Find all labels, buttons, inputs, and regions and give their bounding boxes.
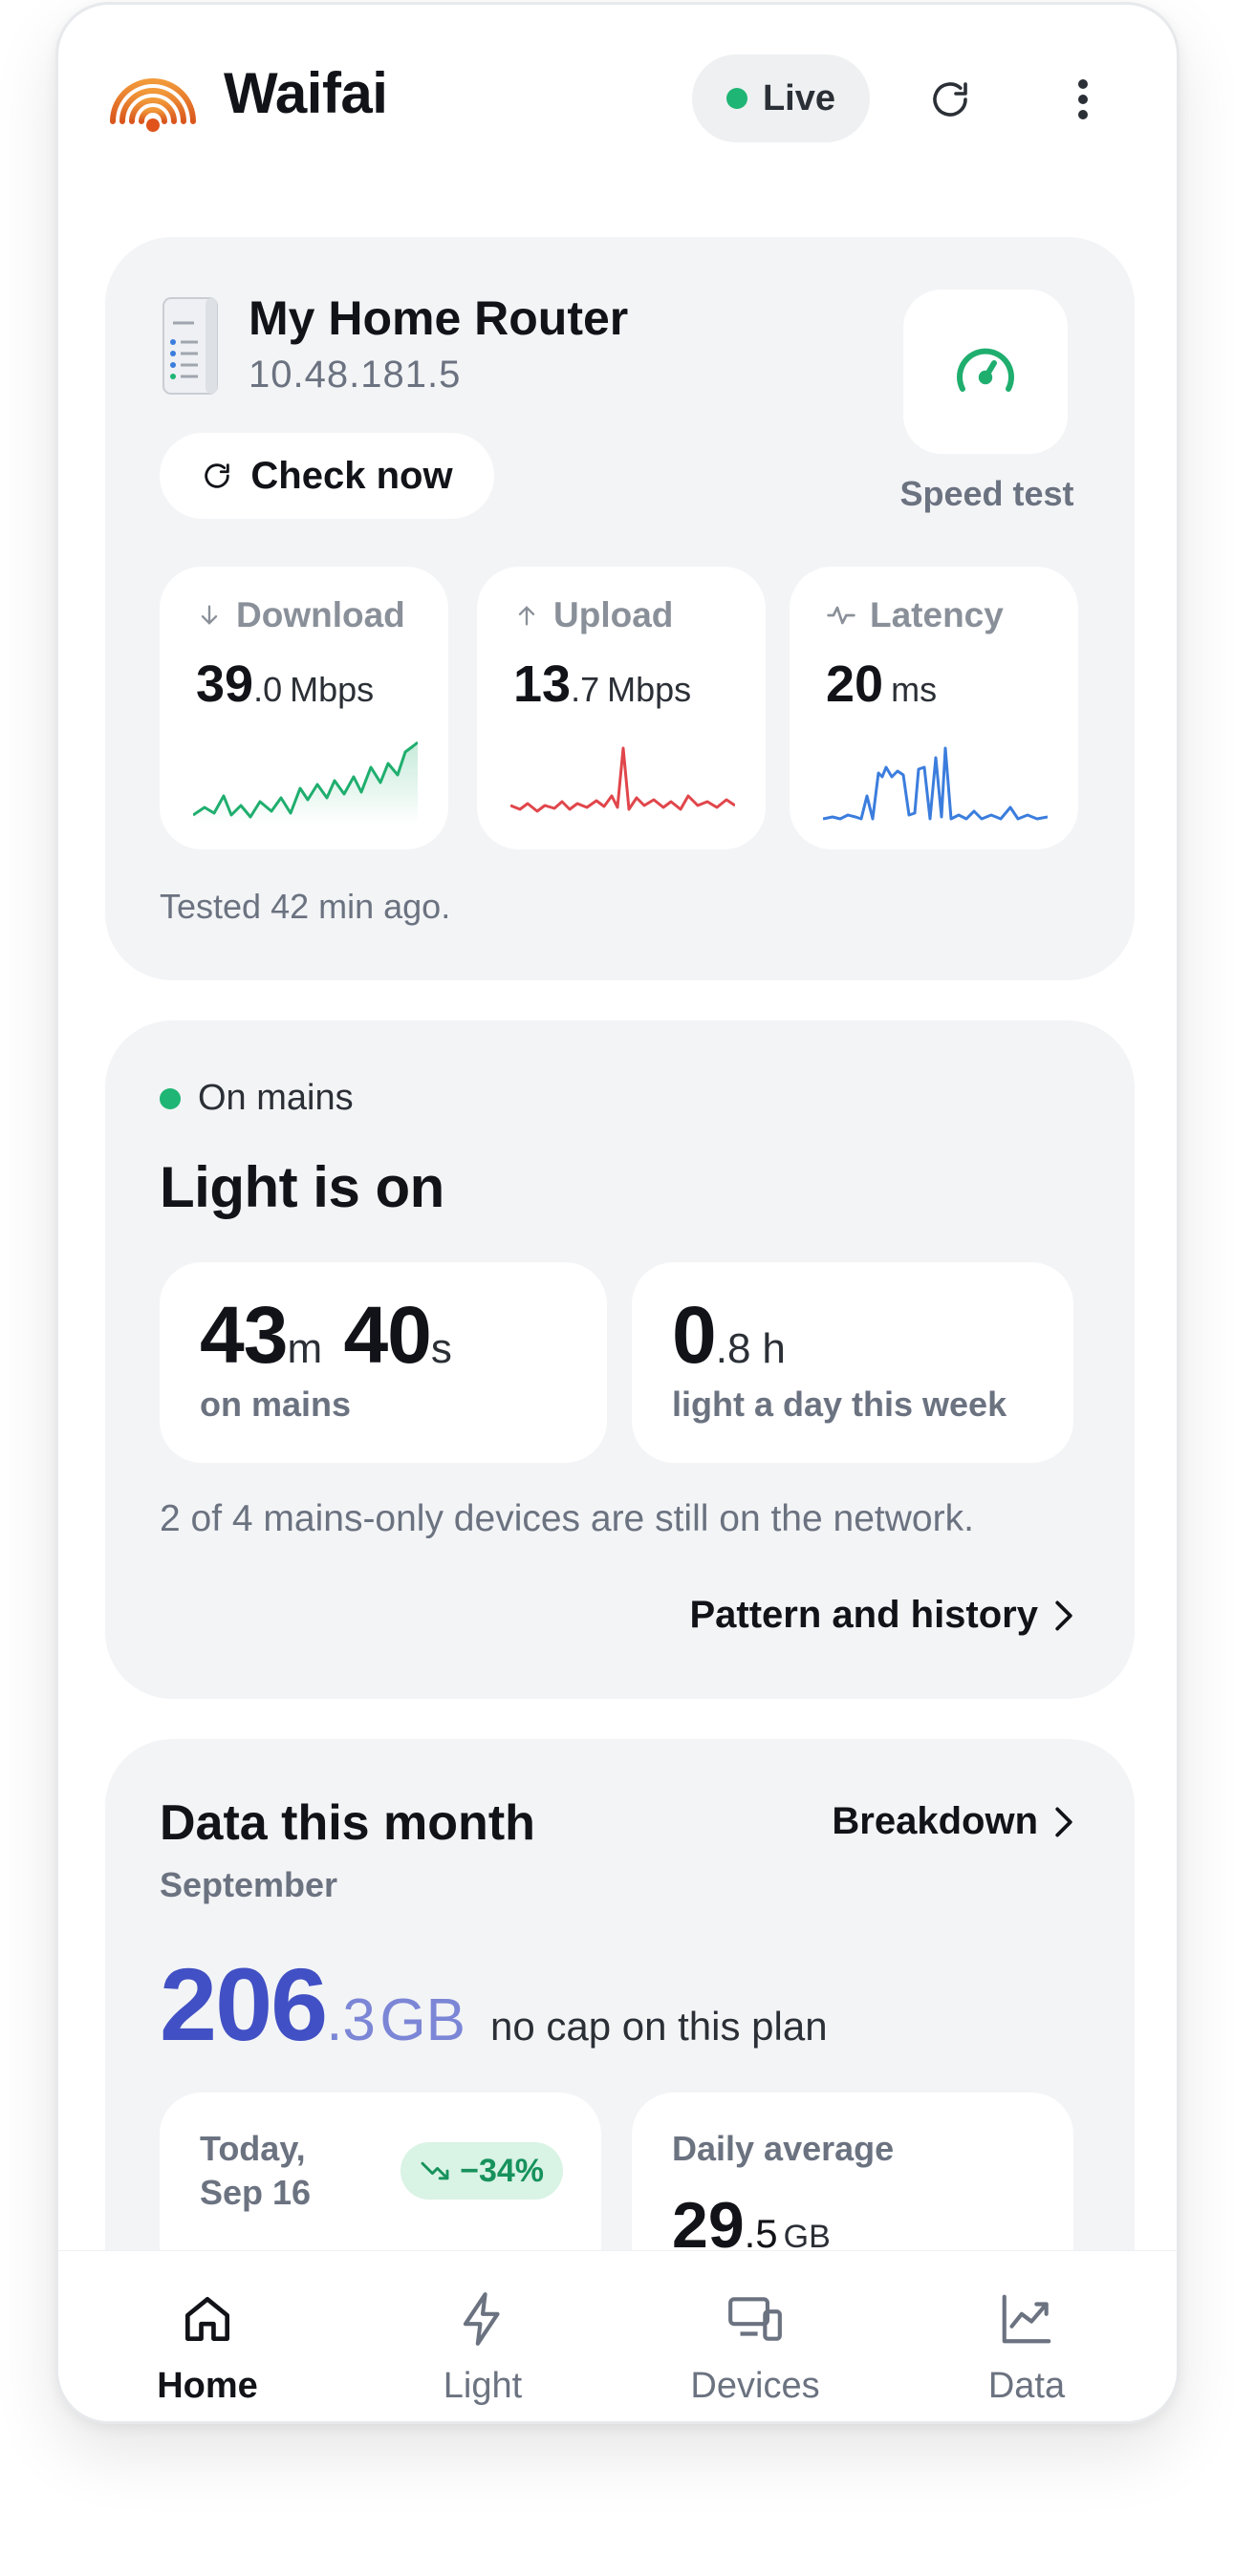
router-ip: 10.48.181.5 (249, 354, 462, 396)
nav-data[interactable]: Data (931, 2289, 1122, 2407)
live-status-pill[interactable]: Live (692, 54, 870, 142)
upload-metric-card[interactable]: Upload 13.7 Mbps (477, 567, 766, 849)
daily-light-label: light a day this week (672, 1385, 1007, 1424)
duration-value: 43m 40s (200, 1290, 452, 1380)
nav-data-label: Data (987, 2366, 1066, 2406)
chevron-right-icon (1055, 1600, 1072, 1630)
router-name: My Home Router (249, 291, 629, 345)
router-card: My Home Router 10.48.181.5 Check now Spe… (105, 237, 1135, 980)
breakdown-label: Breakdown (832, 1800, 1038, 1842)
lightning-icon (463, 2292, 500, 2346)
pattern-history-link[interactable]: Pattern and history (689, 1594, 1074, 1637)
refresh-icon (205, 463, 230, 488)
live-dot-icon (725, 88, 747, 109)
power-status: On mains (160, 1078, 354, 1119)
devices-icon (728, 2297, 782, 2341)
refresh-button[interactable] (917, 66, 984, 133)
speed-test-button[interactable] (903, 290, 1068, 454)
daily-average-value: 29.5 GB (672, 2189, 831, 2250)
check-now-label: Check now (250, 454, 453, 497)
breakdown-link[interactable]: Breakdown (832, 1800, 1074, 1843)
power-status-label: On mains (198, 1078, 354, 1118)
light-title: Light is on (160, 1155, 444, 1219)
arrow-down-icon (201, 605, 218, 625)
latency-value: 20 ms (826, 655, 938, 713)
download-metric-card[interactable]: Download 39.0 Mbps (160, 567, 448, 849)
download-label: Download (236, 595, 405, 634)
download-value: 39.0 Mbps (196, 655, 375, 713)
daily-light-card: 0.8 h light a day this week (632, 1262, 1073, 1463)
mains-devices-note: 2 of 4 mains-only devices are still on t… (160, 1498, 974, 1539)
bottom-navigation: Home Light Devices Data (58, 2250, 1177, 2421)
arrow-up-icon (518, 606, 535, 626)
upload-sparkline (510, 746, 735, 813)
daily-average-card[interactable]: Daily average 29.5 GB (632, 2093, 1073, 2250)
today-usage-card[interactable]: Today, Sep 16 −34% (160, 2093, 601, 2250)
router-icon (162, 297, 218, 395)
nav-home[interactable]: Home (112, 2289, 303, 2407)
pulse-icon (827, 606, 855, 625)
nav-devices[interactable]: Devices (660, 2289, 851, 2407)
light-status-card: On mains Light is on 43m 40s on mains 0.… (105, 1020, 1135, 1699)
chevron-right-icon (1055, 1807, 1072, 1836)
scroll-content[interactable]: Waifai Live My Home Router 10.48.181.5 C… (58, 5, 1177, 2250)
trend-down-icon (421, 2161, 449, 2180)
change-badge: −34% (401, 2142, 563, 2200)
app-title: Waifai (224, 61, 388, 125)
trend-chart-icon (1002, 2294, 1051, 2344)
phone-frame: Waifai Live My Home Router 10.48.181.5 C… (55, 2, 1180, 2424)
live-label: Live (762, 77, 836, 118)
status-dot-icon (160, 1087, 181, 1109)
more-options-button[interactable] (1050, 66, 1116, 133)
nav-light-label: Light (443, 2366, 523, 2406)
home-icon (185, 2297, 229, 2341)
upload-label: Upload (553, 595, 674, 634)
wifi-signal-logo-icon (110, 78, 196, 132)
duration-label: on mains (200, 1385, 352, 1424)
speedometer-icon (957, 348, 1014, 392)
today-label: Today, Sep 16 (200, 2129, 312, 2212)
change-value: −34% (460, 2152, 544, 2189)
latency-label: Latency (870, 595, 1004, 634)
speed-test-label: Speed test (899, 474, 1074, 513)
nav-light[interactable]: Light (387, 2289, 578, 2407)
on-mains-duration-card: 43m 40s on mains (160, 1262, 607, 1463)
data-month-name: September (160, 1865, 338, 1904)
refresh-icon (933, 82, 967, 117)
daily-average-label: Daily average (672, 2129, 895, 2168)
data-total: 206.3 GB no cap on this plan (160, 1946, 828, 2062)
last-tested-text: Tested 42 min ago. (160, 887, 451, 926)
data-month-card: Data this month Breakdown September 206.… (105, 1739, 1135, 2250)
latency-metric-card[interactable]: Latency 20 ms (790, 567, 1078, 849)
data-title: Data this month (160, 1795, 535, 1851)
more-vertical-icon (1078, 79, 1088, 119)
download-sparkline (193, 741, 418, 825)
nav-home-label: Home (157, 2366, 258, 2406)
upload-value: 13.7 Mbps (513, 655, 692, 713)
nav-devices-label: Devices (690, 2366, 820, 2406)
pattern-history-label: Pattern and history (689, 1594, 1038, 1636)
latency-sparkline (823, 746, 1048, 821)
daily-light-value: 0.8 h (672, 1290, 786, 1380)
check-now-button[interactable]: Check now (160, 433, 494, 519)
